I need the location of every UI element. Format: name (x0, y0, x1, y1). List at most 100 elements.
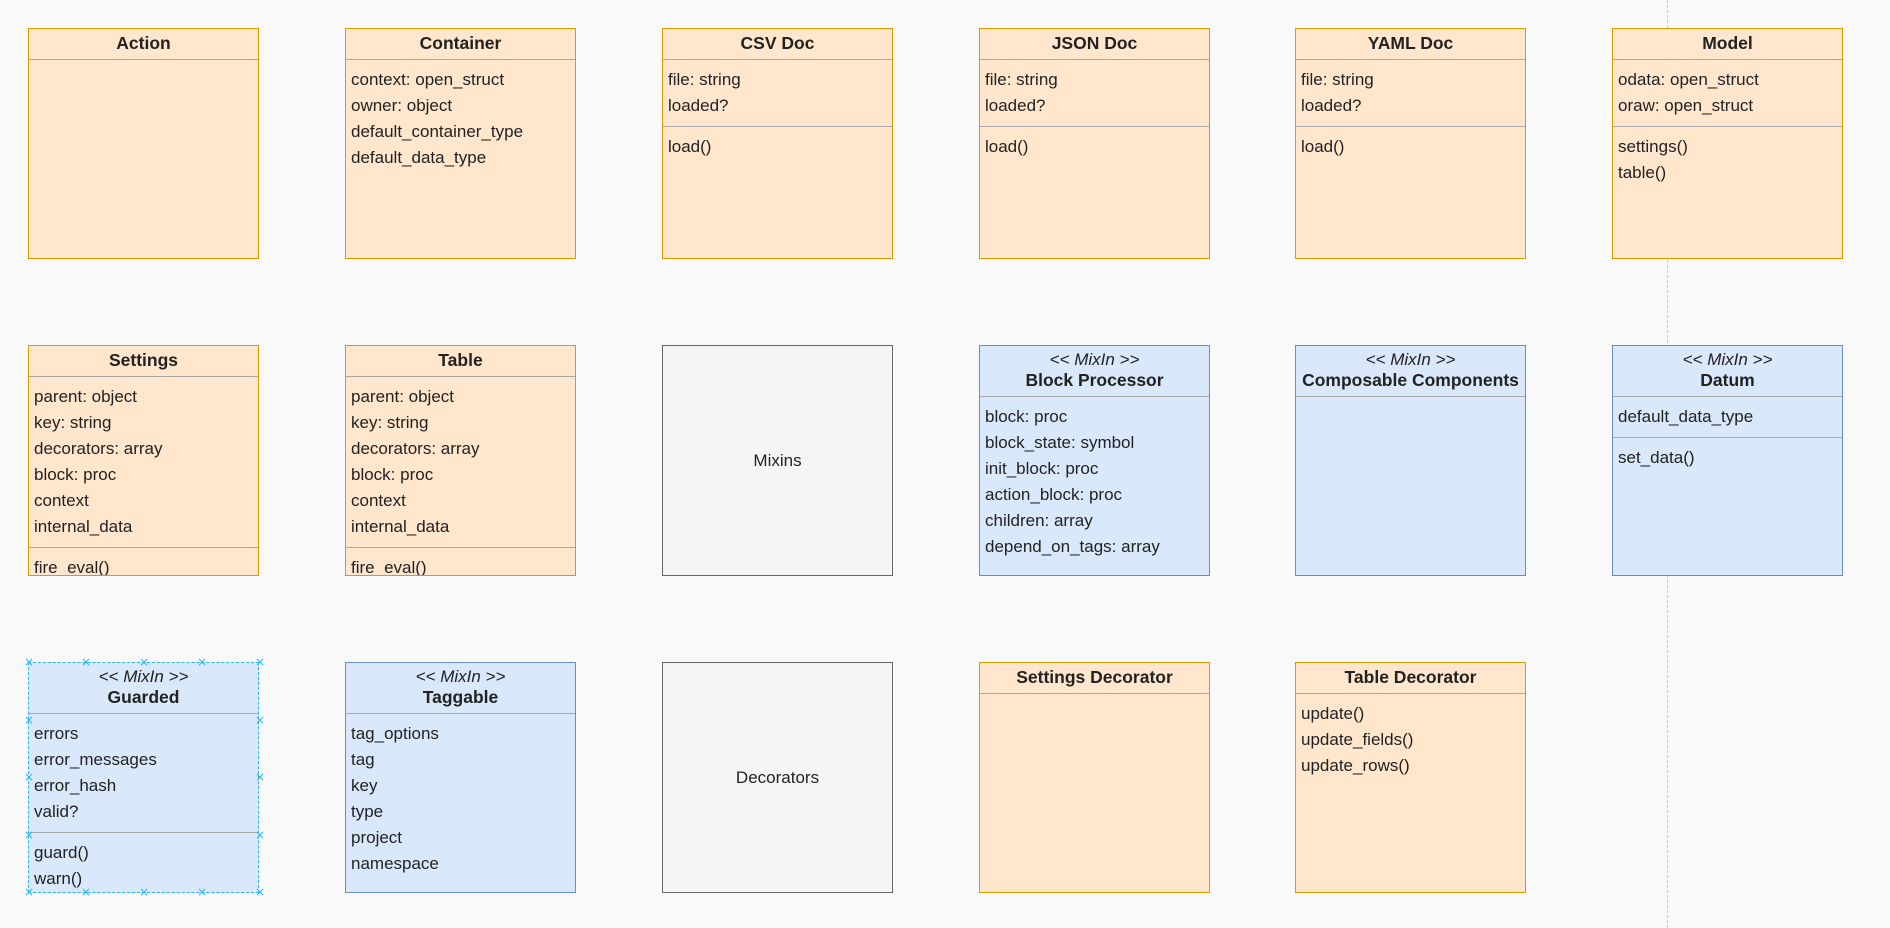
method: set_data() (1618, 448, 1695, 467)
selection-handle[interactable]: × (255, 886, 265, 898)
attribute: loaded? (668, 96, 729, 115)
class-settings-decorator[interactable]: Settings Decorator (979, 662, 1210, 893)
method: guard() (34, 843, 89, 862)
selection-handle[interactable]: × (139, 656, 149, 668)
class-header: << MixIn >> Composable Components (1296, 346, 1525, 397)
attribute: namespace (351, 854, 439, 873)
method: load() (668, 137, 712, 156)
class-header: JSON Doc (980, 29, 1209, 60)
class-json-doc[interactable]: JSON Doc file: string loaded? load() (979, 28, 1210, 259)
stereotype-label: << MixIn >> (415, 667, 506, 686)
attribute: file: string (985, 70, 1058, 89)
class-model[interactable]: Model odata: open_struct oraw: open_stru… (1612, 28, 1843, 259)
selection-handle[interactable]: × (24, 886, 34, 898)
attribute: block_state: symbol (985, 433, 1135, 452)
attributes-section: parent: object key: string decorators: a… (29, 377, 258, 547)
attribute: init_block: proc (985, 459, 1099, 478)
class-header: Container (346, 29, 575, 60)
attribute: depend_on_tags: array (985, 537, 1160, 556)
class-action[interactable]: Action (28, 28, 259, 259)
attributes-section: odata: open_struct oraw: open_struct (1613, 60, 1842, 126)
class-table[interactable]: Table parent: object key: string decorat… (345, 345, 576, 576)
attribute: default_data_type (1618, 407, 1754, 426)
attribute: file: string (668, 70, 741, 89)
class-header: Settings (29, 346, 258, 377)
class-settings[interactable]: Settings parent: object key: string deco… (28, 345, 259, 576)
attribute: project (351, 828, 403, 847)
mixin-datum[interactable]: << MixIn >> Datum default_data_type set_… (1612, 345, 1843, 576)
selection-handle[interactable]: × (255, 829, 265, 841)
class-title: Model (1702, 33, 1753, 53)
selection-handle[interactable]: × (255, 714, 265, 726)
attribute: block: proc (351, 465, 434, 484)
selection-handle[interactable]: × (81, 886, 91, 898)
attribute: error_hash (34, 776, 117, 795)
attribute: parent: object (351, 387, 455, 406)
method: update_rows() (1301, 756, 1410, 775)
selection-handle[interactable]: × (255, 656, 265, 668)
selection-handle[interactable]: × (81, 656, 91, 668)
methods-section: settings() table() (1613, 126, 1842, 193)
selection-handle[interactable]: × (197, 886, 207, 898)
class-table-decorator[interactable]: Table Decorator update() update_fields()… (1295, 662, 1526, 893)
attribute: block: proc (985, 407, 1068, 426)
method: settings() (1618, 137, 1688, 156)
method: table() (1618, 163, 1667, 182)
mixin-block-processor[interactable]: << MixIn >> Block Processor block: proc … (979, 345, 1210, 576)
stereotype-label: << MixIn >> (1365, 350, 1456, 369)
attribute: default_container_type (351, 122, 524, 141)
group-decorators[interactable]: Decorators (662, 662, 893, 893)
selection-handle[interactable]: × (24, 714, 34, 726)
diagram-canvas[interactable]: Action Container context: open_struct ow… (0, 0, 1890, 928)
attribute: decorators: array (351, 439, 480, 458)
selection-handle[interactable]: × (24, 656, 34, 668)
class-container[interactable]: Container context: open_struct owner: ob… (345, 28, 576, 259)
attribute: context: open_struct (351, 70, 505, 89)
selection-handle[interactable]: × (139, 886, 149, 898)
attribute: tag (351, 750, 375, 769)
mixin-guarded[interactable]: << MixIn >> Guarded errors error_message… (28, 662, 259, 893)
selection-handle[interactable]: × (255, 771, 265, 783)
attribute: context (351, 491, 406, 510)
class-title: Table (438, 350, 483, 370)
class-title: CSV Doc (740, 33, 815, 53)
method: load() (1301, 137, 1345, 156)
attribute: parent: object (34, 387, 138, 406)
attribute: key: string (34, 413, 112, 432)
attribute: children: array (985, 511, 1093, 530)
attributes-section: file: string loaded? (1296, 60, 1525, 126)
attribute: context (34, 491, 89, 510)
attribute: default_data_type (351, 148, 487, 167)
method: fire_eval() (351, 558, 427, 576)
methods-section: load() (980, 126, 1209, 167)
class-title: YAML Doc (1367, 33, 1454, 53)
selection-handle[interactable]: × (197, 656, 207, 668)
attributes-section: parent: object key: string decorators: a… (346, 377, 575, 547)
class-header: CSV Doc (663, 29, 892, 60)
attribute: key (351, 776, 378, 795)
class-title: Settings (108, 350, 179, 370)
selection-handle[interactable]: × (24, 829, 34, 841)
attribute: errors (34, 724, 79, 743)
attributes-section: default_data_type (1613, 397, 1842, 437)
selection-handle[interactable]: × (24, 771, 34, 783)
attribute: tag_options (351, 724, 439, 743)
methods-section: set_data() (1613, 437, 1842, 478)
class-header: Table Decorator (1296, 663, 1525, 694)
stereotype-label: << MixIn >> (98, 667, 189, 686)
attribute: error_messages (34, 750, 157, 769)
group-mixins[interactable]: Mixins (662, 345, 893, 576)
class-csv-doc[interactable]: CSV Doc file: string loaded? load() (662, 28, 893, 259)
class-title: Composable Components (1302, 370, 1519, 390)
class-yaml-doc[interactable]: YAML Doc file: string loaded? load() (1295, 28, 1526, 259)
mixin-taggable[interactable]: << MixIn >> Taggable tag_options tag key… (345, 662, 576, 893)
group-label: Mixins (753, 450, 802, 470)
stereotype-label: << MixIn >> (1682, 350, 1773, 369)
class-header: Action (29, 29, 258, 60)
attributes-section: file: string loaded? (663, 60, 892, 126)
class-title: Guarded (107, 687, 180, 707)
mixin-composable-components[interactable]: << MixIn >> Composable Components (1295, 345, 1526, 576)
class-title: Taggable (422, 687, 499, 707)
method: load() (985, 137, 1029, 156)
method: update_fields() (1301, 730, 1414, 749)
